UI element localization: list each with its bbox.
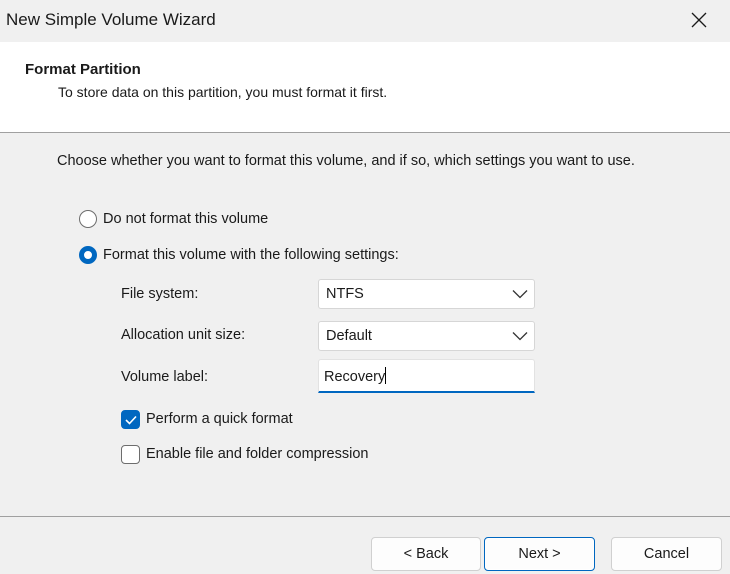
compression-checkbox[interactable]: [121, 444, 140, 464]
cancel-button[interactable]: Cancel: [611, 537, 722, 571]
window-title: New Simple Volume Wizard: [6, 10, 216, 29]
file-system-select[interactable]: NTFS: [318, 279, 535, 309]
format-label[interactable]: Format this volume with the following se…: [103, 247, 399, 263]
quick-format-option[interactable]: Perform a quick format: [121, 409, 293, 429]
back-button[interactable]: < Back: [371, 537, 481, 571]
no-format-option[interactable]: Do not format this volume: [79, 209, 268, 229]
compression-option[interactable]: Enable file and folder compression: [121, 444, 368, 464]
instruction-text: Choose whether you want to format this v…: [57, 153, 635, 169]
no-format-label[interactable]: Do not format this volume: [103, 211, 268, 227]
allocation-size-select[interactable]: Default: [318, 321, 535, 351]
page-subtitle: To store data on this partition, you mus…: [58, 84, 388, 100]
chevron-down-icon: [512, 332, 528, 341]
allocation-size-label: Allocation unit size:: [121, 327, 246, 343]
quick-format-label[interactable]: Perform a quick format: [146, 411, 293, 427]
quick-format-checkbox[interactable]: [121, 409, 140, 429]
compression-label[interactable]: Enable file and folder compression: [146, 446, 368, 462]
format-radio[interactable]: [79, 246, 97, 264]
allocation-size-value: Default: [326, 328, 372, 344]
title-bar: New Simple Volume Wizard: [0, 0, 730, 42]
close-icon: [691, 12, 707, 28]
wizard-header: Format Partition To store data on this p…: [0, 42, 730, 133]
volume-label-label: Volume label:: [121, 369, 209, 385]
close-button[interactable]: [684, 0, 730, 42]
volume-label-input[interactable]: Recovery: [318, 359, 535, 393]
page-title: Format Partition: [25, 61, 141, 78]
no-format-radio[interactable]: [79, 210, 97, 228]
chevron-down-icon: [512, 290, 528, 299]
file-system-label: File system:: [121, 286, 199, 302]
file-system-value: NTFS: [326, 286, 364, 302]
checkmark-icon: [125, 415, 137, 425]
format-option[interactable]: Format this volume with the following se…: [79, 245, 399, 265]
footer-divider: [0, 516, 730, 517]
wizard-window: New Simple Volume Wizard Format Partitio…: [0, 0, 730, 574]
volume-label-value: Recovery: [324, 369, 386, 385]
next-button[interactable]: Next >: [484, 537, 595, 571]
text-caret: [385, 367, 387, 384]
